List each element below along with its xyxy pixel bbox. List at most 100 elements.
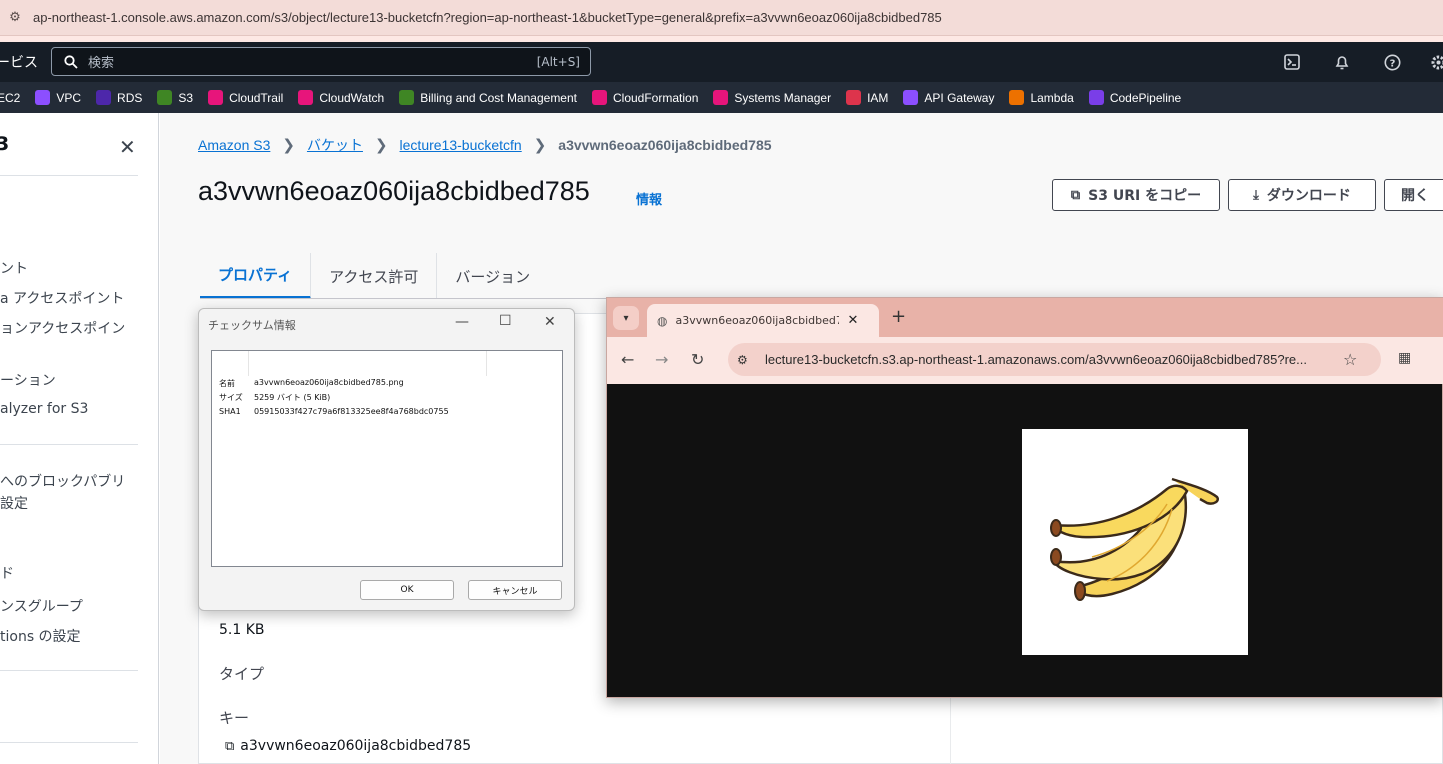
tab-properties[interactable]: プロパティ xyxy=(200,253,312,299)
sidebar-item[interactable]: へのブロックパブリ xyxy=(0,471,125,491)
banana-icon xyxy=(1050,477,1219,601)
address-url[interactable]: ap-northeast-1.console.aws.amazon.com/s3… xyxy=(33,10,942,25)
forward-icon[interactable]: → xyxy=(655,350,668,369)
image-preview-window: ▾ ◍ a3vvwn6eoaz060ija8cbidbed785.png ✕ +… xyxy=(606,297,1443,698)
favorite-label: EC2 xyxy=(0,90,21,105)
sidebar-item[interactable]: tions の設定 xyxy=(0,626,81,646)
download-button[interactable]: ⤓ ダウンロード xyxy=(1228,179,1376,211)
favorite-cloudwatch[interactable]: CloudWatch xyxy=(298,90,384,105)
back-icon[interactable]: ← xyxy=(621,350,634,369)
copy-s3-uri-button[interactable]: ⧉ S3 URI をコピー xyxy=(1052,179,1220,211)
row-key: SHA1 xyxy=(219,407,241,416)
favorite-api-gateway[interactable]: API Gateway xyxy=(903,90,994,105)
checksum-row: 名前 a3vvwn6eoaz060ija8cbidbed785.png xyxy=(219,378,404,389)
service-icon xyxy=(1009,90,1025,105)
sidebar-heading: 3 xyxy=(0,133,10,155)
column-divider xyxy=(486,351,487,376)
tab-permissions[interactable]: アクセス許可 xyxy=(311,253,438,299)
omnibox-url[interactable]: lecture13-bucketcfn.s3.ap-northeast-1.am… xyxy=(765,352,1343,367)
omnibox[interactable]: ⚙ lecture13-bucketcfn.s3.ap-northeast-1.… xyxy=(728,343,1381,376)
site-settings-icon[interactable]: ⚙ xyxy=(7,10,23,26)
open-label: 開く xyxy=(1401,188,1429,204)
svg-text:?: ? xyxy=(1389,58,1395,69)
sidebar-divider xyxy=(0,742,138,743)
download-icon: ⤓ xyxy=(1253,187,1259,203)
browser-address-bar[interactable]: ⚙ ap-northeast-1.console.aws.amazon.com/… xyxy=(0,0,1443,36)
favorite-label: API Gateway xyxy=(924,90,995,105)
service-icon xyxy=(903,90,919,105)
breadcrumb-bucket[interactable]: lecture13-bucketcfn xyxy=(400,137,522,153)
help-icon[interactable]: ? xyxy=(1381,51,1403,73)
checksum-row: SHA1 05915033f427c79a6f813325ee8f4a768bdc… xyxy=(219,407,449,416)
sidebar-item[interactable]: ーション xyxy=(0,370,56,390)
browser-tab[interactable]: ◍ a3vvwn6eoaz060ija8cbidbed785.png ✕ xyxy=(647,304,879,337)
download-label: ダウンロード xyxy=(1266,188,1351,204)
reload-icon[interactable]: ↻ xyxy=(691,350,704,369)
favorite-label: Billing and Cost Management xyxy=(420,90,577,105)
row-key: 名前 xyxy=(219,379,235,388)
sidebar-item[interactable]: ンスグループ xyxy=(0,596,83,616)
favorite-lambda[interactable]: Lambda xyxy=(1009,90,1074,105)
qr-code-icon[interactable]: ▦ xyxy=(1398,350,1411,366)
search-box[interactable]: 検索 [Alt+S] xyxy=(51,47,591,76)
bookmark-star-icon[interactable]: ☆ xyxy=(1343,350,1357,369)
close-tab-icon[interactable]: ✕ xyxy=(847,313,858,328)
favorite-label: S3 xyxy=(178,90,194,105)
services-menu[interactable]: ービス xyxy=(0,52,48,72)
close-icon[interactable]: ✕ xyxy=(544,314,556,330)
favorite-ec2[interactable]: EC2 xyxy=(0,91,20,105)
favorite-label: CodePipeline xyxy=(1109,90,1182,105)
favorite-rds[interactable]: RDS xyxy=(96,90,142,105)
favorite-s3[interactable]: S3 xyxy=(157,90,193,105)
notifications-icon[interactable] xyxy=(1331,51,1353,73)
column-divider xyxy=(248,351,249,376)
favorite-cloudtrail[interactable]: CloudTrail xyxy=(208,90,283,105)
favorite-codepipeline[interactable]: CodePipeline xyxy=(1088,90,1182,105)
checksum-list: 名前 a3vvwn6eoaz060ija8cbidbed785.png サイズ 52… xyxy=(211,350,563,567)
copy-s3-uri-label: S3 URI をコピー xyxy=(1088,188,1202,204)
search-icon xyxy=(64,54,78,69)
tab-search-icon[interactable]: ▾ xyxy=(613,306,639,330)
row-value: 05915033f427c79a6f813325ee8f4a768bdc0755 xyxy=(254,407,449,416)
copy-icon: ⧉ xyxy=(1070,187,1081,203)
new-tab-icon[interactable]: + xyxy=(891,306,906,327)
row-key: サイズ xyxy=(219,393,243,402)
search-shortcut: [Alt+S] xyxy=(536,54,580,69)
breadcrumb-buckets[interactable]: バケット xyxy=(307,135,363,155)
favorite-cloudformation[interactable]: CloudFormation xyxy=(592,90,698,105)
cancel-button[interactable]: キャンセル xyxy=(468,580,562,600)
sidebar-item[interactable]: ド xyxy=(0,563,14,583)
key-value: a3vvwn6eoaz060ija8cbidbed785 xyxy=(240,738,472,754)
tab-versions[interactable]: バージョン xyxy=(437,253,548,299)
browser-toolbar: ← → ↻ ⚙ lecture13-bucketcfn.s3.ap-northe… xyxy=(607,337,1443,384)
sidebar-item[interactable]: ョンアクセスポイン xyxy=(0,318,125,338)
open-button[interactable]: 開く xyxy=(1384,179,1443,211)
breadcrumb-amazon-s3[interactable]: Amazon S3 xyxy=(198,137,270,153)
copy-icon[interactable]: ⧉ xyxy=(225,739,234,754)
maximize-icon[interactable]: ☐ xyxy=(499,313,512,329)
sidebar-divider xyxy=(0,175,138,176)
sidebar-item[interactable]: a アクセスポイント xyxy=(0,288,124,308)
banana-image xyxy=(1022,429,1248,655)
minimize-icon[interactable]: — xyxy=(455,314,469,330)
service-icon xyxy=(298,90,314,105)
info-link[interactable]: 情報 xyxy=(636,189,662,208)
sidebar-item[interactable]: 設定 xyxy=(0,493,28,513)
site-settings-icon[interactable]: ⚙ xyxy=(737,353,757,367)
service-icon xyxy=(399,90,415,105)
settings-icon[interactable] xyxy=(1427,51,1443,73)
chevron-right-icon: ❯ xyxy=(282,136,295,154)
service-icon xyxy=(846,90,862,105)
cloudshell-icon[interactable] xyxy=(1281,51,1303,73)
favorite-iam[interactable]: IAM xyxy=(846,90,888,105)
checksum-row: サイズ 5259 バイト (5 KiB) xyxy=(219,392,330,403)
favorite-label: Systems Manager xyxy=(734,90,832,105)
sidebar-item[interactable]: alyzer for S3 xyxy=(0,401,88,417)
close-icon[interactable]: ✕ xyxy=(119,135,136,159)
sidebar-item[interactable]: ント xyxy=(0,258,28,278)
favorite-billing-and-cost-management[interactable]: Billing and Cost Management xyxy=(399,90,577,105)
favorite-vpc[interactable]: VPC xyxy=(35,90,81,105)
favorite-label: Lambda xyxy=(1030,90,1074,105)
favorite-systems-manager[interactable]: Systems Manager xyxy=(713,90,831,105)
ok-button[interactable]: OK xyxy=(360,580,454,600)
